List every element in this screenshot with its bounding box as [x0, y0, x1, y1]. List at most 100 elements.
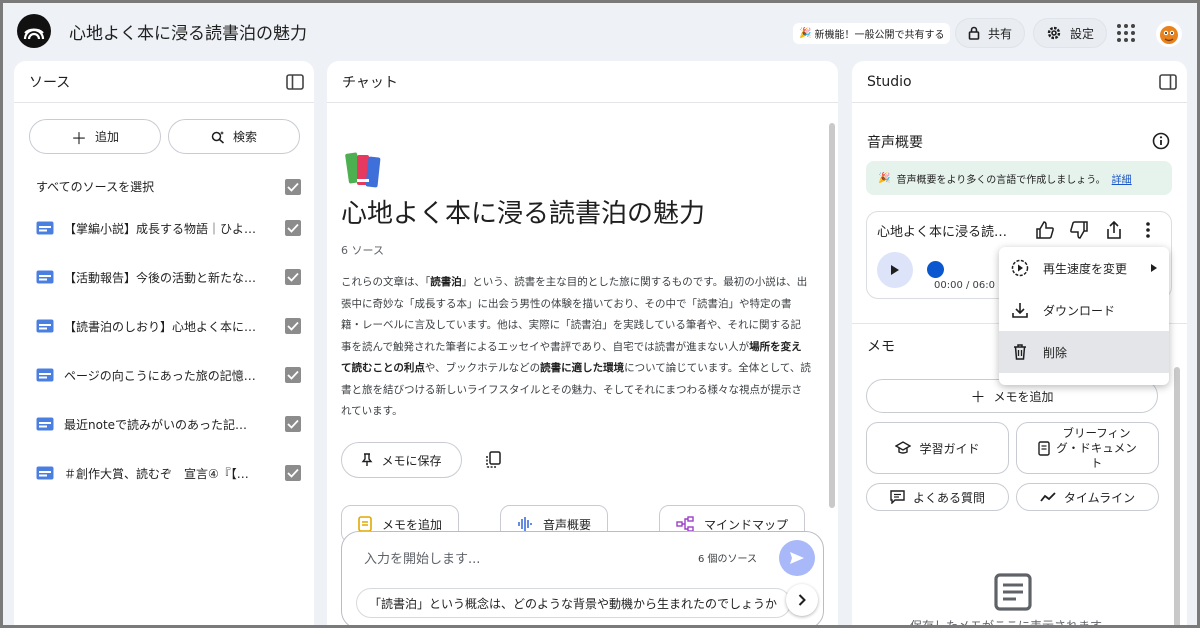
summary-part: や、ブックホテルなどの: [424, 362, 541, 374]
add-source-label: 追加: [95, 130, 120, 144]
menu-item-label: ダウンロード: [1043, 303, 1116, 318]
save-to-memo-label: メモに保存: [381, 453, 442, 468]
notebook-heading: 心地よく本に浸る読書泊の魅力: [341, 199, 706, 229]
source-item-label: 【読書泊のしおり】心地よく本に…: [64, 319, 257, 334]
share-button[interactable]: 共有: [955, 18, 1026, 48]
add-memo-label: メモを追加: [993, 389, 1054, 404]
party-popper-icon: 🎉: [799, 28, 812, 39]
source-item[interactable]: 【読書泊のしおり】心地よく本に…: [36, 315, 301, 337]
source-checkbox[interactable]: [285, 220, 301, 236]
notebooklm-logo-icon[interactable]: [17, 14, 51, 48]
search-sparkle-icon: [211, 130, 224, 144]
menu-item-label: 再生速度を変更: [1043, 261, 1128, 276]
note-icon: [358, 516, 372, 532]
save-to-memo-button[interactable]: メモに保存: [341, 442, 462, 478]
send-icon: [790, 552, 804, 564]
info-icon[interactable]: [1152, 132, 1170, 150]
source-item[interactable]: ページの向こうにあった旅の記憶…: [36, 364, 301, 386]
source-item-label: 最近noteで読みがいのあった記事2…: [64, 417, 259, 432]
banner-details-link[interactable]: 詳細: [1112, 171, 1132, 186]
play-button[interactable]: [877, 252, 913, 288]
source-doc-icon: [36, 221, 54, 235]
faq-label: よくある質問: [912, 490, 985, 505]
party-popper-icon: 🎉: [878, 172, 891, 184]
input-source-count: 6 個のソース: [698, 554, 758, 565]
study-guide-button[interactable]: 学習ガイド: [866, 422, 1009, 474]
submenu-arrow-icon: [1151, 264, 1157, 272]
suggested-question-label: 「読書泊」という概念は、どのような背景や動機から生まれたのでしょうか: [369, 596, 778, 611]
source-checkbox[interactable]: [285, 269, 301, 285]
share-icon[interactable]: [1105, 220, 1123, 240]
suggested-question[interactable]: 「読書泊」という概念は、どのような背景や動機から生まれたのでしょうか: [356, 588, 791, 618]
menu-item-playback-speed[interactable]: 再生速度を変更: [999, 247, 1169, 289]
menu-item-delete[interactable]: 削除: [999, 331, 1169, 373]
app-window: 心地よく本に浸る読書泊の魅力 🎉 新機能！一般公開で共有する 共有 設定 ソース…: [3, 3, 1197, 625]
sources-panel: ソース ＋ 追加 検索 すべてのソースを選択 【掌編小説】成長する物語｜ひよ… …: [14, 61, 314, 625]
next-suggestion-button[interactable]: [786, 584, 818, 616]
briefing-doc-line: ブリーフィン: [1062, 425, 1131, 440]
select-all-label: すべてのソースを選択: [36, 180, 155, 194]
source-item[interactable]: 【掌編小説】成長する物語｜ひよ…: [36, 217, 301, 239]
source-item[interactable]: 【活動報告】今後の活動と新たな…: [36, 266, 301, 288]
thumbs-up-icon[interactable]: [1035, 220, 1055, 240]
select-all-checkbox[interactable]: [285, 178, 301, 195]
faq-button[interactable]: よくある質問: [866, 483, 1009, 511]
studio-header: Studio: [852, 61, 1187, 103]
menu-item-download[interactable]: ダウンロード: [999, 289, 1169, 331]
copy-icon[interactable]: [485, 451, 501, 468]
chat-heading: チャット: [342, 74, 398, 91]
search-sources-button[interactable]: 検索: [168, 119, 300, 154]
select-all-row[interactable]: すべてのソースを選択: [36, 178, 301, 195]
graduation-cap-icon: [895, 441, 912, 454]
menu-item-label: 削除: [1043, 345, 1068, 360]
source-checkbox[interactable]: [285, 367, 301, 383]
more-vert-icon[interactable]: [1145, 221, 1151, 239]
source-checkbox[interactable]: [285, 318, 301, 334]
source-item[interactable]: ＃創作大賞、読むぞ 宣言④『【読…: [36, 462, 301, 484]
audio-overview-heading: 音声概要: [867, 135, 923, 151]
audio-overview-chip-label: 音声概要: [543, 517, 592, 532]
chat-input[interactable]: 入力を開始します...: [364, 548, 480, 567]
chat-scrollbar[interactable]: [829, 123, 835, 508]
apps-grid-icon[interactable]: [1117, 24, 1135, 42]
trash-icon: [1014, 344, 1026, 360]
source-item[interactable]: 最近noteで読みがいのあった記事2…: [36, 413, 301, 435]
collapse-panel-icon[interactable]: [286, 73, 304, 90]
pin-icon: [362, 453, 373, 466]
chat-input-box[interactable]: 入力を開始します... 6 個のソース 「読書泊」という概念は、どのような背景や…: [341, 531, 824, 625]
source-doc-icon: [36, 368, 54, 382]
timeline-button[interactable]: タイムライン: [1016, 483, 1159, 511]
summary-part: これらの文章は、「: [341, 276, 431, 288]
avatar[interactable]: [1156, 21, 1182, 47]
new-feature-banner[interactable]: 🎉 新機能！一般公開で共有する: [793, 23, 951, 44]
waveform-icon: [518, 517, 532, 531]
briefing-doc-button[interactable]: ブリーフィン グ・ドキュメン ト: [1016, 422, 1159, 474]
source-checkbox[interactable]: [285, 416, 301, 432]
summary-bold: 読書に適した環境: [540, 362, 625, 374]
briefing-doc-line: グ・ドキュメン: [1056, 440, 1137, 455]
notebook-title[interactable]: 心地よく本に浸る読書泊の魅力: [69, 19, 307, 44]
studio-scrollbar[interactable]: [1174, 367, 1180, 625]
settings-button[interactable]: 設定: [1033, 18, 1108, 48]
speed-icon: [1011, 259, 1029, 277]
studio-heading: Studio: [867, 73, 912, 90]
thumbs-down-icon[interactable]: [1069, 220, 1089, 240]
sources-heading: ソース: [29, 74, 71, 91]
empty-notes-icon: [994, 573, 1032, 611]
send-button[interactable]: [779, 540, 815, 576]
settings-label: 設定: [1070, 26, 1095, 41]
books-emoji-icon: [345, 152, 381, 188]
summary-text: これらの文章は、「読書泊」という、読書を主な目的とした旅に関するものです。最初の…: [341, 272, 811, 423]
timeline-label: タイムライン: [1063, 490, 1136, 505]
seek-handle[interactable]: [927, 261, 944, 278]
mindmap-icon: [676, 516, 694, 532]
chevron-right-icon: [798, 594, 806, 606]
audio-context-menu: 再生速度を変更 ダウンロード 削除: [999, 247, 1169, 385]
source-doc-icon: [36, 466, 54, 480]
source-checkbox[interactable]: [285, 465, 301, 481]
plus-icon: ＋: [70, 128, 87, 148]
source-count: 6 ソース: [341, 244, 384, 257]
add-source-button[interactable]: ＋ 追加: [29, 119, 161, 154]
collapse-panel-icon[interactable]: [1159, 73, 1177, 90]
audio-title: 心地よく本に浸る読…: [877, 225, 1008, 240]
